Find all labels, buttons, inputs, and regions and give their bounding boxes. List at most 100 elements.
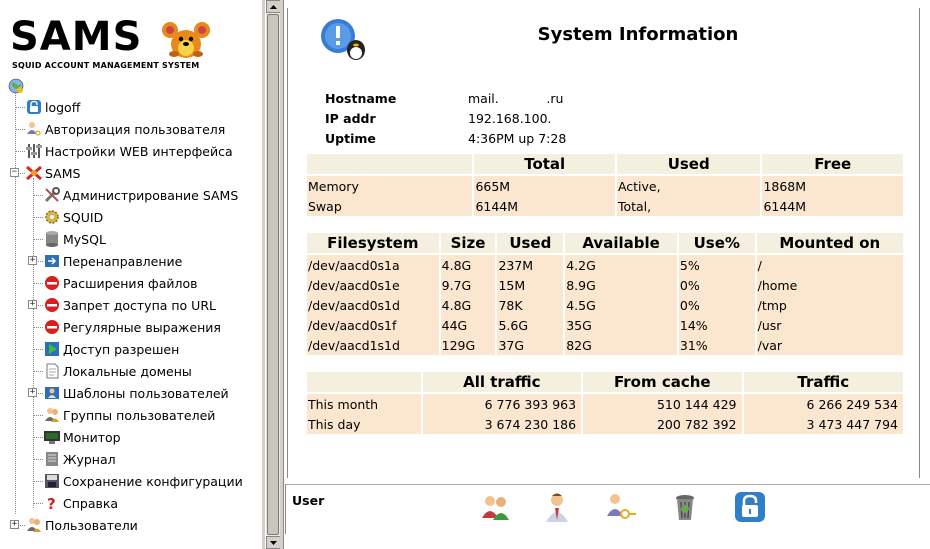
tree-item[interactable]: Шаблоны пользователей <box>43 382 229 404</box>
sams-icon <box>26 165 42 181</box>
collapse-toggle[interactable]: − <box>10 168 19 177</box>
table-row: Swap 6144M Total, 6144M <box>307 196 903 216</box>
host-value: 192.168.100. <box>468 110 552 126</box>
tree-item[interactable]: Локальные домены <box>43 360 192 382</box>
system-info-icon <box>321 19 365 60</box>
sams-logo: SAMS SQUID ACCOUNT MANAGEMENT SYSTEM <box>10 14 210 76</box>
tree-item[interactable]: Перенаправление <box>43 250 182 272</box>
tree-item-label: Сохранение конфигурации <box>63 473 243 489</box>
users-icon <box>27 518 41 532</box>
tree-item[interactable]: Журнал <box>43 448 116 470</box>
tree-connector <box>33 503 43 504</box>
tree-item-label: logoff <box>45 99 81 115</box>
tree-connector <box>33 239 43 240</box>
logo-subtitle: SQUID ACCOUNT MANAGEMENT SYSTEM <box>12 61 200 70</box>
tree-item[interactable]: Доступ разрешен <box>43 338 179 360</box>
column-header: Use% <box>678 233 755 255</box>
journal-icon <box>46 452 58 466</box>
page-title: System Information <box>537 24 739 45</box>
tree-item[interactable]: logoff <box>25 96 80 118</box>
trash-icon[interactable] <box>668 490 702 524</box>
tree-item[interactable]: Авторизация пользователя <box>25 118 225 140</box>
expand-toggle[interactable]: + <box>28 300 37 309</box>
monitor-icon <box>44 431 60 444</box>
tree-item-label: Расширения файлов <box>63 275 198 291</box>
tree-item-label: Запрет доступа по URL <box>63 297 216 313</box>
expand-toggle[interactable]: + <box>28 388 37 397</box>
host-value: mail. .ru <box>468 90 564 106</box>
tree-connector <box>33 371 43 372</box>
table-header-row: Filesystem Size Used Available Use% Moun… <box>307 233 903 255</box>
table-cell: /dev/aacd1s1d <box>307 335 439 355</box>
table-row: /dev/aacd0s1e 9.7G 15M 8.9G 0%/home <box>307 275 903 295</box>
tree-connector <box>33 481 43 482</box>
tree-item[interactable]: Регулярные выражения <box>43 316 221 338</box>
expand-toggle[interactable]: + <box>28 256 37 265</box>
tree-item-label: Перенаправление <box>63 253 183 269</box>
frame-divider-right[interactable] <box>280 0 284 549</box>
tree-item-label: SQUID <box>63 209 104 225</box>
tree-item-label: Авторизация пользователя <box>45 121 226 137</box>
sams-window: SAMS SQUID ACCOUNT MANAGEMENT SYSTEM log… <box>0 0 930 549</box>
table-cell: 510 144 429 <box>583 394 742 414</box>
vertical-scrollbar[interactable] <box>265 0 281 549</box>
tree-connector <box>33 437 43 438</box>
scroll-thumb[interactable] <box>267 14 279 535</box>
tree-item[interactable]: ? Справка <box>43 492 118 514</box>
tree-item[interactable]: Группы пользователей <box>43 404 215 426</box>
tree-item[interactable]: Пользователи <box>25 514 138 536</box>
table-cell: 6 266 249 534 <box>743 394 903 414</box>
tree-item[interactable]: MySQL <box>43 228 106 250</box>
table-row: This day 3 674 230 186 200 782 392 3 473… <box>307 414 903 434</box>
tree-item-label: SAMS <box>45 165 81 181</box>
column-header <box>307 154 473 176</box>
tree-item[interactable]: SQUID <box>43 206 103 228</box>
scroll-up-button[interactable] <box>266 0 281 13</box>
user-key-icon[interactable] <box>603 490 637 524</box>
table-cell: 8.9G <box>565 275 677 295</box>
tree-item[interactable]: SAMS <box>25 162 80 184</box>
table-cell: 37G <box>497 335 564 355</box>
table-cell: 6144M <box>762 196 903 216</box>
table-header-row: Total Used Free <box>307 154 903 176</box>
lock-icon[interactable] <box>733 490 767 524</box>
host-info: Hostname mail. .ru IP addr 192.168.100. Up… <box>325 88 566 148</box>
column-header: Total <box>474 154 615 176</box>
tree-item-label: Шаблоны пользователей <box>63 385 229 401</box>
users-pair-icon[interactable] <box>479 490 513 524</box>
tree-item[interactable]: Монитор <box>43 426 121 448</box>
table-cell: Total, <box>616 196 761 216</box>
tree-connector <box>15 107 25 108</box>
table-cell: 82G <box>565 335 677 355</box>
tree-connector <box>15 151 25 152</box>
system-info-panel: System Information Hostname mail. .ru IP … <box>287 8 920 478</box>
table-cell: 5% <box>678 255 755 275</box>
column-header: Filesystem <box>307 233 439 255</box>
main-frame: System Information Hostname mail. .ru IP … <box>285 0 930 549</box>
table-cell: 15M <box>497 275 564 295</box>
tree-item[interactable]: Запрет доступа по URL <box>43 294 216 316</box>
user-toolbar: User <box>285 484 930 534</box>
tree-item[interactable]: Администрирование SAMS <box>43 184 238 206</box>
tree-item-label: Пользователи <box>45 517 138 533</box>
tree-item-label: Группы пользователей <box>63 407 216 423</box>
table-cell: 4.8G <box>440 255 496 275</box>
table-cell: 0% <box>678 295 755 315</box>
tree-item-label: Монитор <box>63 429 121 445</box>
tree-item-label: Регулярные выражения <box>63 319 221 335</box>
mascot-icon <box>162 22 210 58</box>
table-cell: 5.6G <box>497 315 564 335</box>
table-cell: 665M <box>474 176 615 196</box>
user-profile-icon[interactable] <box>540 490 574 524</box>
table-cell: /var <box>756 335 903 355</box>
expand-toggle[interactable]: + <box>10 520 19 529</box>
tree-item[interactable]: Настройки WEB интерфейса <box>25 140 233 162</box>
tree-item[interactable]: Расширения файлов <box>43 272 198 294</box>
tree-item[interactable]: Сохранение конфигурации <box>43 470 243 492</box>
scroll-down-button[interactable] <box>266 536 281 549</box>
table-cell: /dev/aacd0s1d <box>307 295 439 315</box>
table-row: This month 6 776 393 963 510 144 429 6 2… <box>307 394 903 414</box>
svg-text:?: ? <box>47 495 56 512</box>
table-cell: 9.7G <box>440 275 496 295</box>
table-cell: 1868M <box>762 176 903 196</box>
